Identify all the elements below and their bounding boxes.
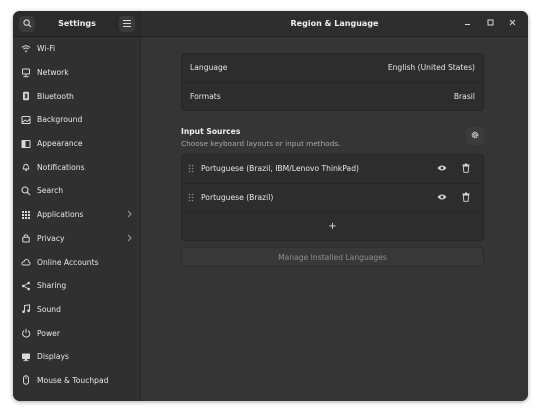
power-icon [21, 328, 31, 338]
bell-icon [21, 162, 31, 172]
applications-icon [21, 210, 31, 220]
input-source-label: Portuguese (Brazil) [201, 192, 274, 202]
close-icon [509, 19, 516, 29]
music-note-icon [21, 304, 31, 314]
maximize-icon [487, 19, 494, 29]
input-source-label: Portuguese (Brazil, IBM/Lenovo ThinkPad) [201, 164, 359, 174]
search-icon [21, 186, 31, 196]
settings-window: Settings Wi-Fi Network Bluetooth Backgro… [13, 11, 528, 401]
sidebar-item-applications[interactable]: Applications [13, 203, 141, 227]
minimize-button[interactable] [461, 18, 473, 30]
sidebar-item-search[interactable]: Search [13, 179, 141, 203]
eye-icon[interactable] [437, 193, 447, 203]
menu-button[interactable] [119, 16, 135, 32]
gear-icon [470, 130, 480, 142]
sidebar-nav: Wi-Fi Network Bluetooth Background Appea… [13, 37, 141, 392]
close-button[interactable] [506, 18, 518, 30]
input-source-row[interactable]: Portuguese (Brazil) [182, 184, 483, 212]
sidebar-item-label: Displays [37, 352, 69, 362]
sidebar-item-label: Background [37, 115, 83, 125]
input-sources-subtitle: Choose keyboard layouts or input methods… [181, 139, 341, 148]
background-icon [21, 115, 31, 125]
formats-label: Formats [190, 92, 221, 102]
main-headerbar: Region & Language [141, 11, 528, 37]
sidebar-item-label: Mouse & Touchpad [37, 375, 109, 385]
sidebar: Settings Wi-Fi Network Bluetooth Backgro… [13, 11, 141, 401]
sidebar-item-label: Notifications [37, 162, 85, 172]
sidebar-item-label: Wi-Fi [37, 44, 56, 54]
drag-handle-icon[interactable] [187, 164, 195, 173]
privacy-icon [21, 233, 31, 243]
language-value: English (United States) [387, 63, 475, 73]
sidebar-title: Settings [58, 19, 96, 28]
display-icon [21, 352, 31, 362]
sidebar-item-sound[interactable]: Sound [13, 298, 141, 322]
manage-installed-languages-button[interactable]: Manage Installed Languages [181, 247, 484, 267]
input-sources-title: Input Sources [181, 127, 241, 136]
sidebar-item-displays[interactable]: Displays [13, 345, 141, 369]
eye-icon[interactable] [437, 164, 447, 174]
sidebar-item-label: Online Accounts [37, 257, 99, 267]
add-icon: + [328, 220, 337, 232]
search-icon [22, 18, 32, 30]
chevron-right-icon [127, 234, 132, 244]
add-input-source-button[interactable]: + [182, 212, 483, 240]
input-source-row[interactable]: Portuguese (Brazil, IBM/Lenovo ThinkPad) [182, 155, 483, 184]
sidebar-headerbar: Settings [13, 11, 140, 37]
sidebar-item-power[interactable]: Power [13, 321, 141, 345]
input-sources-options-button[interactable] [466, 127, 484, 145]
sidebar-item-appearance[interactable]: Appearance [13, 132, 141, 156]
minimize-icon [464, 19, 471, 29]
mouse-icon [21, 375, 31, 386]
sidebar-item-online-accounts[interactable]: Online Accounts [13, 250, 141, 274]
search-button[interactable] [19, 16, 35, 32]
sidebar-item-wifi[interactable]: Wi-Fi [13, 37, 141, 61]
bluetooth-icon [21, 91, 31, 101]
trash-icon[interactable] [462, 163, 470, 175]
language-formats-card: Language English (United States) Formats… [181, 53, 484, 111]
wifi-icon [21, 44, 31, 54]
formats-value: Brasil [453, 92, 475, 102]
sidebar-item-label: Search [37, 186, 64, 196]
cloud-icon [21, 257, 31, 267]
sidebar-item-label: Privacy [37, 233, 65, 243]
sidebar-item-privacy[interactable]: Privacy [13, 227, 141, 251]
sidebar-item-label: Power [37, 328, 60, 338]
sidebar-item-notifications[interactable]: Notifications [13, 155, 141, 179]
network-icon [21, 68, 31, 78]
sidebar-item-bluetooth[interactable]: Bluetooth [13, 84, 141, 108]
main-panel: Region & Language Language English (Unit… [141, 11, 528, 401]
appearance-icon [21, 139, 31, 149]
maximize-button[interactable] [484, 18, 496, 30]
input-sources-list: Portuguese (Brazil, IBM/Lenovo ThinkPad)… [181, 154, 484, 241]
sidebar-item-label: Applications [37, 210, 84, 220]
sidebar-item-sharing[interactable]: Sharing [13, 274, 141, 298]
trash-icon[interactable] [462, 192, 470, 204]
sidebar-item-label: Sound [37, 304, 61, 314]
sidebar-item-background[interactable]: Background [13, 108, 141, 132]
sidebar-item-network[interactable]: Network [13, 61, 141, 85]
chevron-right-icon [127, 210, 132, 220]
sidebar-item-label: Appearance [37, 139, 83, 149]
formats-row[interactable]: Formats Brasil [182, 83, 483, 111]
share-icon [21, 281, 31, 291]
language-label: Language [190, 63, 228, 73]
hamburger-menu-icon [123, 19, 131, 29]
sidebar-item-label: Sharing [37, 281, 67, 291]
language-row[interactable]: Language English (United States) [182, 54, 483, 83]
drag-handle-icon[interactable] [187, 193, 195, 202]
sidebar-item-label: Bluetooth [37, 91, 74, 101]
sidebar-item-label: Network [37, 68, 69, 78]
sidebar-item-mouse-touchpad[interactable]: Mouse & Touchpad [13, 369, 141, 393]
